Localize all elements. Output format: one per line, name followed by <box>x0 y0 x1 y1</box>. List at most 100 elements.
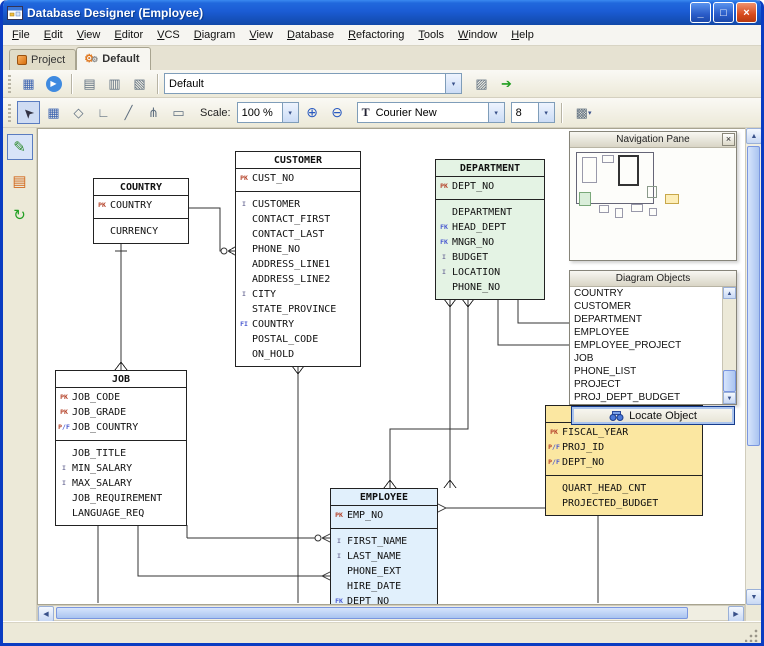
menu-editor[interactable]: Editor <box>107 27 150 43</box>
chevron-down-icon[interactable]: ▾ <box>445 74 461 93</box>
field-name: MAX_SALARY <box>72 478 133 489</box>
field-name: JOB_REQUIREMENT <box>72 493 163 504</box>
refresh-button[interactable]: ↻ <box>7 202 33 228</box>
object-item[interactable]: PHONE_LIST <box>570 365 722 378</box>
locate-object-button[interactable]: Locate Object <box>571 406 735 425</box>
diagram-canvas[interactable]: COUNTRY PK COUNTRY CURRENCY CUSTOMER PK CUST_N… <box>37 128 745 605</box>
link-many-tool[interactable]: ⋔ <box>142 101 165 124</box>
link-ortho-tool[interactable]: ∟ <box>92 101 115 124</box>
object-item[interactable]: EMPLOYEE_PROJECT <box>570 339 722 352</box>
maximize-button[interactable]: □ <box>713 2 734 23</box>
scroll-left-icon[interactable]: ◀ <box>38 606 54 622</box>
scroll-right-icon[interactable]: ▶ <box>728 606 744 622</box>
font-size-combo[interactable]: 8 ▾ <box>510 102 555 123</box>
edit-diagram-button[interactable]: ✎ <box>6 134 33 160</box>
scale-combo[interactable]: 100 % ▾ <box>236 102 299 123</box>
pointer-tool[interactable]: ➤ <box>17 101 40 124</box>
shape-tool[interactable]: ◇ <box>67 101 90 124</box>
scrollbar-thumb[interactable] <box>56 607 688 619</box>
object-item[interactable]: DEPARTMENT <box>570 313 722 326</box>
key-section: PK DEPT_NO <box>436 177 544 199</box>
object-item[interactable]: EMPLOYEE <box>570 326 722 339</box>
ruler-tool[interactable]: ▭ <box>167 101 190 124</box>
title-bar[interactable]: Database Designer (Employee) _ □ × <box>3 0 761 25</box>
menu-refactoring[interactable]: Refactoring <box>341 27 411 43</box>
font-combo[interactable]: T Courier New ▾ <box>356 102 505 123</box>
auto-layout-button[interactable]: ▩ ▾ <box>568 101 600 124</box>
field-name: FIRST_NAME <box>347 536 408 547</box>
entity-country[interactable]: COUNTRY PK COUNTRY CURRENCY <box>93 178 189 244</box>
object-list-scrollbar[interactable]: ▲ ▼ <box>722 287 736 404</box>
resize-grip[interactable] <box>745 627 759 642</box>
entity-employee[interactable]: EMPLOYEE PK EMP_NO I FIRST_NAME I LAST_NAME PHO… <box>330 488 438 604</box>
horizontal-scrollbar[interactable]: ◀ ▶ <box>37 605 745 622</box>
save-diagram-icon[interactable]: ▦ <box>17 72 40 95</box>
tab-project[interactable]: Project <box>9 49 77 70</box>
tab-default[interactable]: ⚙⚙ Default <box>76 47 151 70</box>
scroll-up-icon[interactable]: ▲ <box>746 128 761 144</box>
key-marker: I <box>442 253 446 261</box>
chevron-down-icon[interactable]: ▾ <box>537 103 554 122</box>
key-marker: I <box>442 268 446 276</box>
object-item[interactable]: JOB <box>570 352 722 365</box>
panels-icon[interactable]: ▥ <box>103 72 126 95</box>
scrollbar-thumb[interactable] <box>723 370 736 392</box>
scroll-down-icon[interactable]: ▼ <box>723 392 736 404</box>
toolbar-grip <box>8 103 11 122</box>
navigation-pane-header[interactable]: Navigation Pane × <box>570 132 736 148</box>
menu-view[interactable]: View <box>242 27 280 43</box>
zoom-out-button[interactable]: ⊖ <box>326 101 349 124</box>
close-button[interactable]: × <box>736 2 757 23</box>
chevron-down-icon[interactable]: ▾ <box>487 103 504 122</box>
field-name: ON_HOLD <box>252 349 295 360</box>
print-preview-icon[interactable]: ▤ <box>78 72 101 95</box>
key-marker: I <box>242 290 246 298</box>
tile-icon[interactable]: ▧ <box>128 72 151 95</box>
scrollbar-thumb[interactable] <box>747 146 760 446</box>
entity-job[interactable]: JOB PK JOB_CODE PK JOB_GRADE P/F JOB_COUNTRY JO… <box>55 370 187 526</box>
menu-window[interactable]: Window <box>451 27 504 43</box>
object-item[interactable]: COUNTRY <box>570 287 722 300</box>
scroll-up-icon[interactable]: ▲ <box>723 287 736 299</box>
close-icon[interactable]: × <box>722 133 735 146</box>
object-item[interactable]: CUSTOMER <box>570 300 722 313</box>
menu-help[interactable]: Help <box>504 27 541 43</box>
navigation-pane[interactable]: Navigation Pane × <box>569 131 737 261</box>
field-row: I FIRST_NAME <box>331 534 437 549</box>
field-section: JOB_TITLE I MIN_SALARY I MAX_SALARY JOB_REQUI… <box>56 441 186 525</box>
menu-view[interactable]: View <box>70 27 108 43</box>
menu-file[interactable]: File <box>5 27 37 43</box>
field-name: MNGR_NO <box>452 237 495 248</box>
menu-database[interactable]: Database <box>280 27 341 43</box>
key-marker <box>436 280 452 295</box>
link-diagonal-tool[interactable]: ╱ <box>117 101 140 124</box>
field-row: PHONE_EXT <box>331 564 437 579</box>
vertical-scrollbar[interactable]: ▲ ▼ <box>745 128 761 621</box>
menu-tools[interactable]: Tools <box>411 27 451 43</box>
entity-customer[interactable]: CUSTOMER PK CUST_NO I CUSTOMER CONTACT_FIRST C… <box>235 151 361 367</box>
reports-button[interactable]: ▤ <box>7 168 33 194</box>
diagram-objects-header[interactable]: Diagram Objects <box>570 271 736 287</box>
export-icon[interactable]: ➔ <box>495 72 518 95</box>
menu-edit[interactable]: Edit <box>37 27 70 43</box>
diagram-minimap[interactable] <box>570 148 736 260</box>
entity-department[interactable]: DEPARTMENT PK DEPT_NO DEPARTMENT FK HEAD_DEPT… <box>435 159 545 300</box>
minimize-button[interactable]: _ <box>690 2 711 23</box>
chevron-down-icon[interactable]: ▾ <box>281 103 298 122</box>
locate-object-label: Locate Object <box>629 409 697 422</box>
run-icon[interactable]: ▶ <box>42 72 65 95</box>
menu-diagram[interactable]: Diagram <box>187 27 243 43</box>
menu-vcs[interactable]: VCS <box>150 27 187 43</box>
model-combo[interactable]: Default ▾ <box>164 73 462 94</box>
field-name: DEPT_NO <box>562 457 605 468</box>
edit-model-icon[interactable]: ▨ <box>470 72 493 95</box>
field-name: EMP_NO <box>347 510 384 521</box>
zoom-in-button[interactable]: ⊕ <box>301 101 324 124</box>
new-table-tool[interactable]: ▦ <box>42 101 65 124</box>
object-item[interactable]: PROJECT <box>570 378 722 391</box>
key-marker <box>546 496 562 511</box>
scroll-down-icon[interactable]: ▼ <box>746 589 761 605</box>
object-item[interactable]: PROJ_DEPT_BUDGET <box>570 391 722 404</box>
field-name: HIRE_DATE <box>347 581 402 592</box>
diagram-objects-panel[interactable]: Diagram Objects COUNTRY CUSTOMER DEPARTMEN… <box>569 270 737 405</box>
